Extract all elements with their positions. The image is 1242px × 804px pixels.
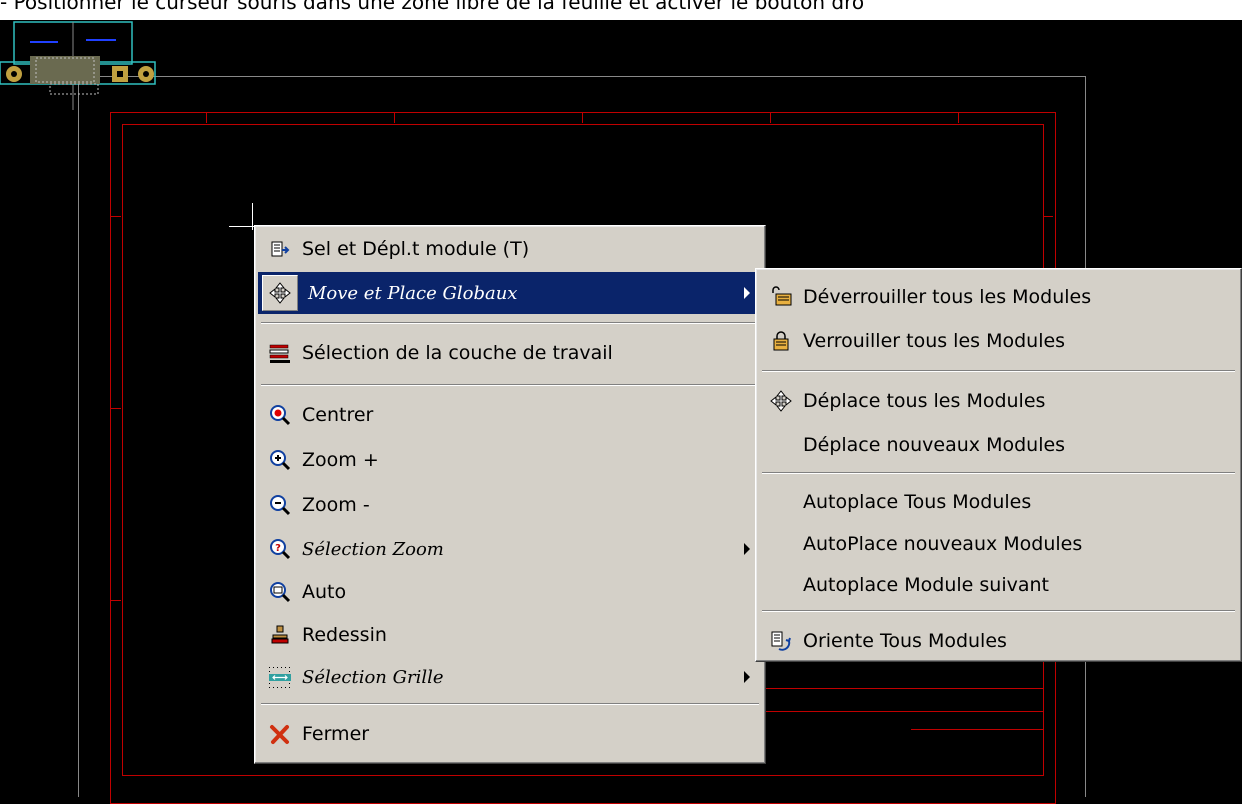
svg-text:?: ? [275,543,281,554]
unlock-icon [767,283,795,311]
submenu-item-autoplace-next[interactable]: Autoplace Module suivant [759,564,1238,606]
close-icon [266,720,294,748]
submenu-item-move-all[interactable]: Déplace tous les Modules [759,380,1238,422]
submenu-item-autoplace-new[interactable]: AutoPlace nouveaux Modules [759,523,1238,565]
menu-separator [261,703,759,705]
menu-item-move-place-global[interactable]: Move et Place Globaux [258,272,762,314]
title-block-line [911,729,1043,730]
menu-item-zoom-out[interactable]: Zoom - [258,484,762,526]
frame-tick [394,113,395,123]
rotate-modules-icon [767,627,795,655]
submenu-item-label: AutoPlace nouveaux Modules [803,533,1083,555]
menu-separator [762,472,1235,474]
frame-tick [206,113,207,123]
redraw-icon [266,621,294,649]
footprint-module[interactable] [0,20,165,110]
menu-item-zoom-auto[interactable]: Auto [258,571,762,613]
menu-item-label: Sélection de la couche de travail [302,342,613,364]
frame-tick [770,113,771,123]
grid-icon [266,663,294,691]
menu-item-zoom-in[interactable]: Zoom + [258,439,762,481]
move-cross-icon [767,387,795,415]
submenu-arrow-icon [744,543,750,555]
menu-item-label: Zoom - [302,494,370,516]
submenu-item-label: Déplace tous les Modules [803,390,1046,412]
frame-tick [1043,216,1053,217]
menu-item-label: Redessin [302,624,387,646]
menu-item-select-move-module[interactable]: Sel et Dépl.t module (T) [258,228,762,270]
lock-icon [767,327,795,355]
menu-separator [261,384,759,386]
zoom-auto-icon [266,578,294,606]
submenu-item-orient-all[interactable]: Oriente Tous Modules [759,620,1238,662]
layers-icon [266,339,294,367]
submenu-arrow-icon [744,671,750,683]
instruction-text: - Positionner le curseur souris dans une… [0,0,1242,20]
title-block [760,688,1043,749]
menu-item-label: Sélection Grille [302,666,444,688]
zoom-in-icon [266,446,294,474]
menu-item-label: Move et Place Globaux [308,282,518,304]
menu-item-center[interactable]: Centrer [258,394,762,436]
zoom-select-icon: ? [266,535,294,563]
submenu-item-autoplace-all[interactable]: Autoplace Tous Modules [759,481,1238,523]
submenu-item-label: Oriente Tous Modules [803,630,1007,652]
menu-item-label: Centrer [302,404,374,426]
menu-separator [762,610,1235,612]
menu-item-label: Zoom + [302,449,379,471]
menu-item-select-layer[interactable]: Sélection de la couche de travail [258,332,762,374]
submenu-item-label: Autoplace Tous Modules [803,491,1032,513]
frame-tick [111,216,121,217]
submenu-item-move-new[interactable]: Déplace nouveaux Modules [759,424,1238,466]
menu-item-redraw[interactable]: Redessin [258,614,762,656]
menu-item-grid-select[interactable]: Sélection Grille [258,656,762,698]
context-menu: Sel et Dépl.t module (T) Move et Place G… [254,225,766,764]
frame-tick [958,113,959,123]
menu-item-label: Auto [302,581,347,603]
frame-tick [111,408,121,409]
select-move-module-icon [266,235,294,263]
submenu-move-place-global: Déverrouiller tous les Modules Verrouill… [755,268,1242,662]
menu-separator [762,370,1235,372]
move-cross-icon [262,275,298,311]
title-block-line [761,711,1043,712]
submenu-item-label: Déplace nouveaux Modules [803,434,1066,456]
menu-item-label: Sel et Dépl.t module (T) [302,238,530,260]
menu-item-close[interactable]: Fermer [258,713,762,755]
submenu-item-unlock-all[interactable]: Déverrouiller tous les Modules [759,276,1238,318]
frame-tick [582,113,583,123]
zoom-out-icon [266,491,294,519]
submenu-arrow-icon [744,287,750,299]
submenu-item-label: Autoplace Module suivant [803,574,1049,596]
menu-item-zoom-select[interactable]: ? Sélection Zoom [258,528,762,570]
menu-item-label: Fermer [302,723,370,745]
crosshair-cursor-v [252,203,253,230]
submenu-item-lock-all[interactable]: Verrouiller tous les Modules [759,320,1238,362]
center-icon [266,401,294,429]
frame-tick [111,600,121,601]
submenu-item-label: Verrouiller tous les Modules [803,330,1066,352]
menu-separator [261,322,759,324]
submenu-item-label: Déverrouiller tous les Modules [803,286,1092,308]
menu-item-label: Sélection Zoom [302,538,444,560]
